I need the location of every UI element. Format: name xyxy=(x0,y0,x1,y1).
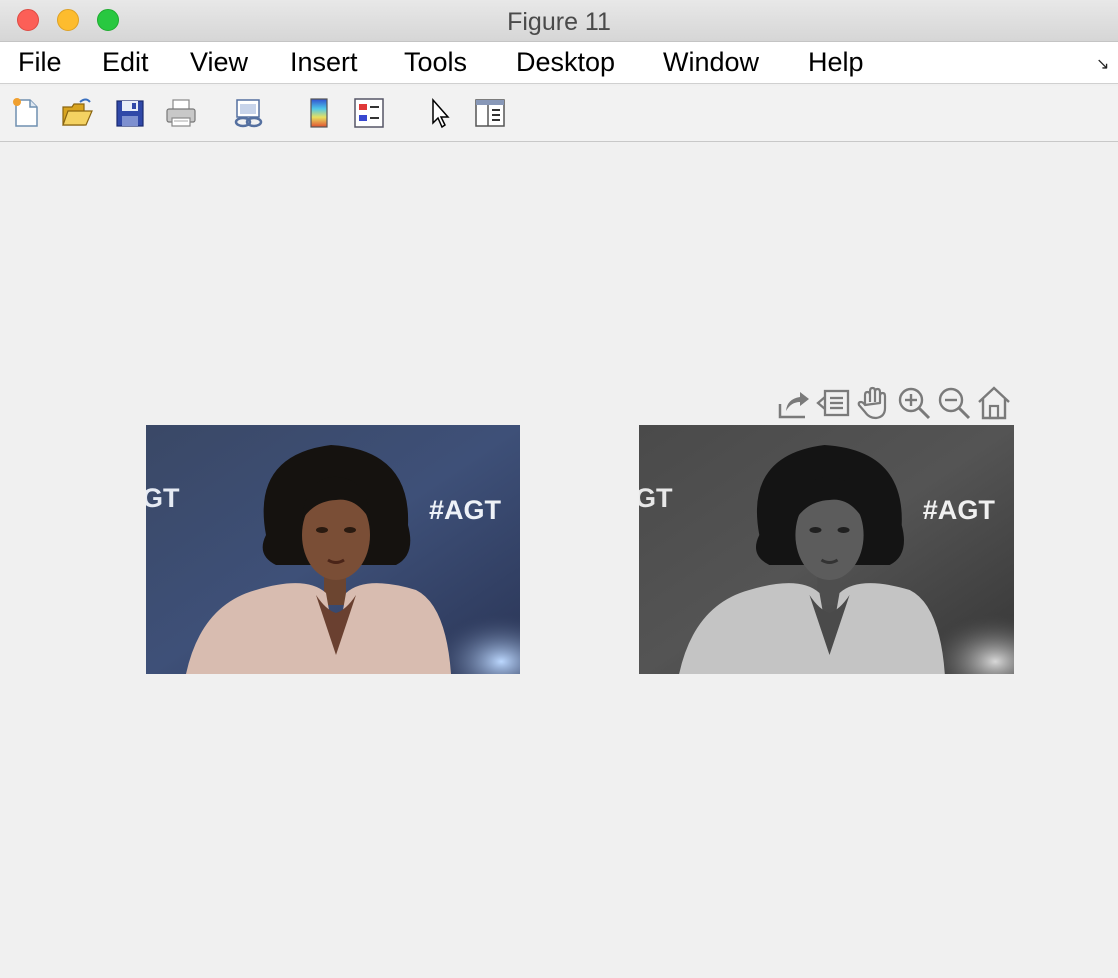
menu-desktop[interactable]: Desktop xyxy=(516,47,615,78)
zoom-in-icon[interactable] xyxy=(895,384,933,422)
insert-colorbar-icon[interactable] xyxy=(302,96,336,130)
dock-figure-icon[interactable]: ↘ xyxy=(1096,54,1109,74)
zoom-out-icon[interactable] xyxy=(935,384,973,422)
property-inspector-icon[interactable] xyxy=(473,96,507,130)
axes-toolbar xyxy=(775,384,1015,424)
menu-file[interactable]: File xyxy=(18,47,62,78)
new-figure-icon[interactable] xyxy=(9,96,43,130)
brush-data-icon[interactable] xyxy=(815,384,853,422)
left-overlay-text-left: GT xyxy=(146,483,180,513)
title-bar: Figure 11 xyxy=(0,0,1118,42)
insert-legend-icon[interactable] xyxy=(352,96,386,130)
grayscale-image: #AGT GT xyxy=(639,425,1014,674)
save-icon[interactable] xyxy=(113,96,147,130)
right-overlay-text-left: GT xyxy=(639,483,673,513)
restore-view-icon[interactable] xyxy=(975,384,1013,422)
color-image: #AGT GT xyxy=(146,425,520,674)
open-file-icon[interactable] xyxy=(60,96,94,130)
menu-insert[interactable]: Insert xyxy=(290,47,358,78)
menu-help[interactable]: Help xyxy=(808,47,864,78)
window-title: Figure 11 xyxy=(507,8,611,36)
print-icon[interactable] xyxy=(164,96,198,130)
right-overlay-text-right: #AGT xyxy=(923,495,996,525)
export-icon[interactable] xyxy=(775,384,813,422)
menu-bar: File Edit View Insert Tools Desktop Wind… xyxy=(0,42,1118,84)
edit-plot-icon[interactable] xyxy=(424,96,458,130)
menu-window[interactable]: Window xyxy=(663,47,759,78)
figure-toolbar xyxy=(0,86,1118,142)
link-plot-icon[interactable] xyxy=(232,96,266,130)
pan-icon[interactable] xyxy=(855,384,893,422)
menu-divider xyxy=(0,83,1118,84)
menu-edit[interactable]: Edit xyxy=(102,47,149,78)
menu-view[interactable]: View xyxy=(190,47,248,78)
menu-tools[interactable]: Tools xyxy=(404,47,467,78)
left-overlay-text-right: #AGT xyxy=(429,495,502,525)
